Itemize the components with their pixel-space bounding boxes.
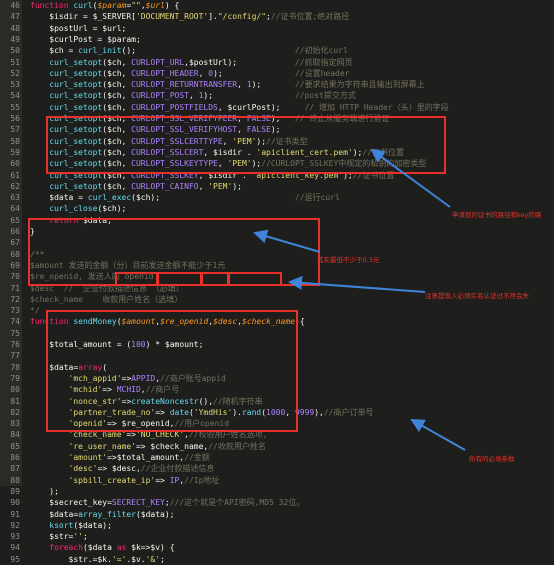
code-text: $str='';	[30, 532, 88, 542]
line-number: 95	[10, 554, 20, 564]
code-text: $str.=$k.'='.$v.'&';	[30, 554, 165, 564]
arrow-cert	[370, 148, 451, 208]
line-number: 93	[10, 532, 20, 542]
arrow-amount	[253, 229, 321, 253]
line-number: 92	[10, 520, 20, 530]
code-text: foreach($data as $k=>$v) {	[49, 543, 175, 553]
line-number: 94	[10, 543, 20, 553]
code-text: ksort($data);	[49, 520, 112, 530]
code-text: $data=array_filter($data);	[30, 509, 175, 519]
annotation-arrows	[253, 148, 466, 451]
arrow-params	[410, 419, 466, 451]
arrow-check-name	[288, 275, 426, 293]
line-number: 91	[10, 509, 20, 519]
code-text: );	[30, 486, 59, 496]
code-text: $secrect_key=SECRECT_KEY;///这个就是个API密码,M…	[30, 498, 305, 508]
line-number: 89	[10, 486, 20, 496]
line-number: 90	[10, 498, 20, 508]
